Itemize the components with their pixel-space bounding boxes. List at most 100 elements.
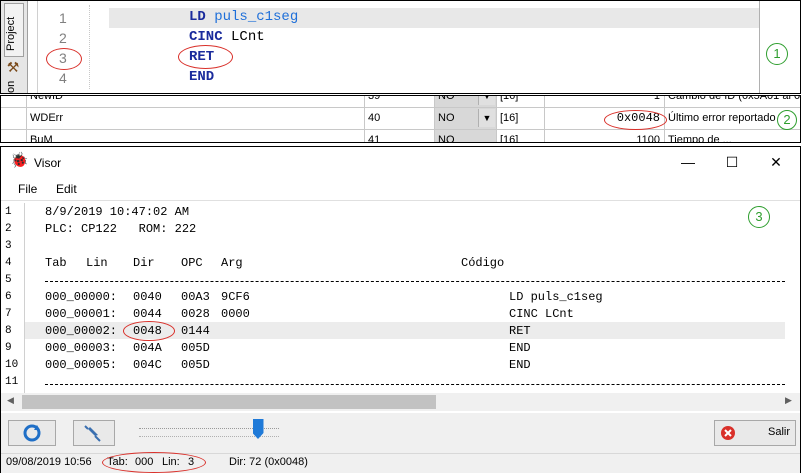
horizontal-scrollbar[interactable]: ◀ ▶ (1, 393, 800, 411)
row-arg: 0000 (221, 307, 250, 321)
table-cell-num: 39 (365, 96, 435, 108)
listing-line-number: 10 (5, 359, 19, 371)
select-value: NO (438, 95, 455, 102)
close-button[interactable]: ✕ (761, 151, 791, 173)
row-code: END (509, 358, 531, 372)
table-cell-name[interactable]: BuM (27, 130, 365, 142)
bottom-toolbar: Salir (1, 413, 800, 453)
exit-icon (721, 426, 735, 440)
maximize-button[interactable]: ☐ (717, 151, 747, 173)
code-argument: puls_c1seg (214, 9, 299, 25)
exit-label: Salir (768, 426, 791, 438)
second-tab-label[interactable]: on (5, 81, 17, 93)
line-number: 1 (59, 10, 67, 26)
table-cell-type: [16] (497, 108, 545, 130)
listing-line-number: 5 (5, 274, 12, 286)
row-addr: 000_00001: (45, 307, 118, 321)
ret-highlight-oval (178, 45, 233, 69)
header-rule (45, 281, 785, 282)
table-cell-select[interactable]: NO ▼ (435, 108, 497, 130)
breakpoint-strip[interactable] (29, 1, 38, 93)
scroll-left-icon[interactable]: ◀ (7, 395, 14, 406)
chevron-down-icon[interactable]: ▼ (478, 96, 495, 105)
col-tab-header: Tab (45, 256, 67, 270)
tools-icon[interactable]: ⚒ (5, 59, 21, 75)
tab-lin-highlight-oval (102, 452, 206, 473)
row-dir: 0044 (133, 307, 162, 321)
editor-right-margin (759, 1, 760, 93)
scrollbar-thumb[interactable] (22, 395, 436, 409)
minimize-button[interactable]: — (673, 151, 703, 173)
listing-line-number: 8 (5, 325, 12, 337)
pin-icon (84, 425, 101, 442)
table-cell-select[interactable]: NO (435, 130, 497, 143)
status-bar: 09/08/2019 10:56 Tab: 000 Lin: 3 Dir: 72… (1, 452, 800, 473)
row-code: END (509, 341, 531, 355)
marker-3: 3 (748, 206, 770, 228)
row-addr: 000_00000: (45, 290, 118, 304)
row-header[interactable] (1, 96, 27, 108)
row-arg: 9CF6 (221, 290, 250, 304)
row-header[interactable] (1, 108, 27, 130)
row-dir: 0040 (133, 290, 162, 304)
variable-table-panel: NewID 39 NO ▼ [16] 1 Cambio de ID (0x5A0… (0, 95, 801, 143)
table-cell-desc: Tiempo de ... (665, 130, 800, 142)
code-line-4[interactable]: END (189, 69, 214, 85)
line-number: 4 (59, 70, 67, 86)
listing-line-number: 9 (5, 342, 12, 354)
listing-line-number: 4 (5, 257, 12, 269)
row-opc: 005D (181, 358, 210, 372)
table-cell-value[interactable]: 1100 (545, 130, 665, 142)
footer-rule (45, 384, 785, 385)
row-addr: 000_00005: (45, 358, 118, 372)
row-code: RET (509, 324, 531, 338)
select-value: NO (438, 134, 455, 143)
scroll-right-icon[interactable]: ▶ (785, 395, 792, 406)
listing-line-number: 11 (5, 376, 19, 388)
table-cell-num: 41 (365, 130, 435, 142)
table-cell-select[interactable]: NO ▼ (435, 95, 497, 108)
listing-line-number: 3 (5, 240, 12, 252)
table-cell-type: [16] (497, 96, 545, 108)
row-dir: 004A (133, 341, 162, 355)
row-opc: 0028 (181, 307, 210, 321)
status-datetime: 09/08/2019 10:56 (6, 456, 92, 468)
table-cell-value[interactable]: 1 (545, 96, 665, 108)
select-value: NO (438, 112, 455, 124)
chevron-down-icon[interactable]: ▼ (478, 109, 495, 127)
row-code: LD puls_c1seg (509, 290, 603, 304)
code-argument: LCnt (231, 29, 265, 45)
menu-edit[interactable]: Edit (56, 182, 77, 196)
side-dock: Project ⚒ on (1, 1, 28, 93)
row-header[interactable] (1, 130, 27, 142)
col-arg-header: Arg (221, 256, 243, 270)
listing-line-number: 6 (5, 291, 12, 303)
project-tab-label: Project (5, 16, 17, 51)
exit-button[interactable]: Salir (714, 420, 796, 446)
row-code: CINC LCnt (509, 307, 574, 321)
row-addr: 000_00002: (45, 324, 118, 338)
row-opc: 00A3 (181, 290, 210, 304)
table-cell-name[interactable]: NewID (27, 96, 365, 108)
code-line-1[interactable]: LD puls_c1seg (189, 9, 298, 25)
table-cell-name[interactable]: WDErr (27, 108, 365, 130)
menu-file[interactable]: File (18, 182, 37, 196)
col-code-header: Código (461, 256, 505, 270)
marker-2: 2 (777, 110, 797, 130)
table-cell-num: 40 (365, 108, 435, 130)
col-lin-header: Lin (86, 256, 108, 270)
code-editor-panel: Project ⚒ on 1 2 3 4 LD puls_c1seg CINC … (0, 0, 801, 94)
table-cell-desc: Cambio de ID (0x5A01 al 0x (665, 96, 800, 108)
listing-line-number: 7 (5, 308, 12, 320)
code-line-2[interactable]: CINC LCnt (189, 29, 265, 45)
code-keyword: CINC (189, 29, 223, 45)
listing-view[interactable]: 1 2 3 4 5 6 7 8 9 10 11 8/9/2019 10:47:0… (1, 200, 800, 394)
refresh-button[interactable] (8, 420, 56, 446)
value-highlight-oval (604, 110, 667, 130)
title-bar[interactable]: 🐞 Visor — ☐ ✕ (1, 147, 800, 177)
pin-button[interactable] (73, 420, 115, 446)
dir-highlight-oval (123, 321, 175, 341)
listing-line-number: 1 (5, 206, 12, 218)
col-dir-header: Dir (133, 256, 155, 270)
line-3-highlight-oval (46, 48, 82, 70)
